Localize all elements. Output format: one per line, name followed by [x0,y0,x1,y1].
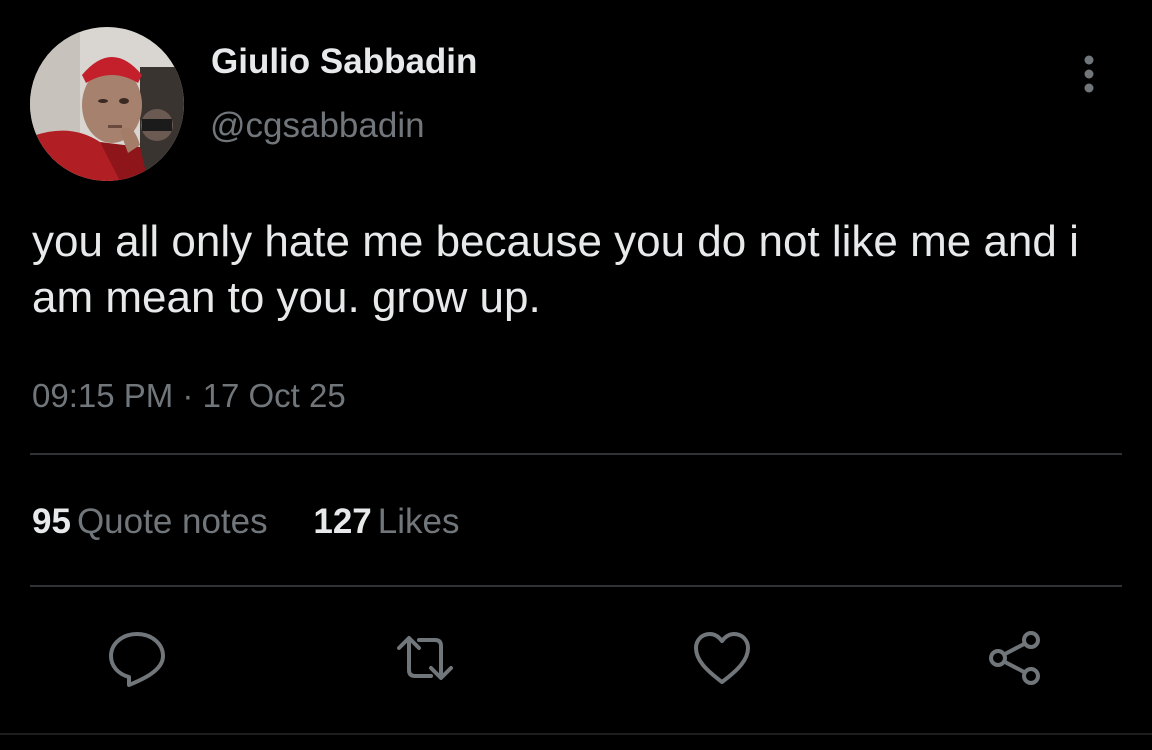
divider [30,585,1122,587]
timestamp-separator: · [182,377,194,414]
tweet-timestamp[interactable]: 09:15 PM · 17 Oct 25 [32,376,346,416]
quote-notes-stat[interactable]: 95 Quote notes [32,502,268,542]
quote-label: Quote notes [76,502,268,541]
tweet-date: 17 Oct 25 [202,377,346,414]
like-label: Likes [377,502,460,541]
quote-count: 95 [32,502,71,541]
avatar-image [30,27,184,181]
more-vertical-icon[interactable] [1074,52,1104,96]
heart-icon [694,632,750,684]
user-handle[interactable]: @cgsabbadin [210,106,425,146]
share-button[interactable] [985,628,1045,688]
retweet-button[interactable] [395,628,455,688]
avatar[interactable] [30,27,184,181]
share-icon [989,631,1040,685]
tweet-text: you all only hate me because you do not … [32,217,1079,322]
tweet-time: 09:15 PM [32,377,174,414]
divider [0,733,1152,735]
reply-icon [109,632,165,687]
like-count: 127 [313,502,372,541]
retweet-icon [397,636,453,680]
likes-stat[interactable]: 127 Likes [313,502,459,542]
tweet-card: Giulio Sabbadin @cgsabbadin you all only… [0,0,1152,750]
engagement-stats: 95 Quote notes 127 Likes [32,502,496,542]
display-name[interactable]: Giulio Sabbadin [211,42,477,82]
reply-button[interactable] [107,628,167,688]
like-button[interactable] [692,628,752,688]
divider [30,453,1122,455]
